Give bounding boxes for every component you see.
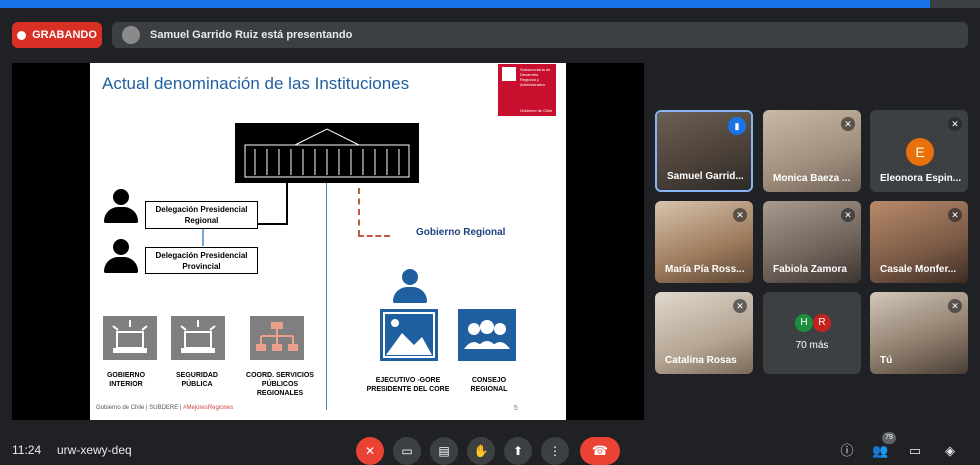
more-options-button[interactable]: ⋮ [541,437,569,465]
siren-icon [171,316,225,360]
mic-off-icon: ✕ [948,208,962,222]
activities-button[interactable]: ◈ [942,443,958,459]
participant-name: Samuel Garrid... [667,171,744,182]
participant-name: Monica Baeza ... [773,173,851,184]
star-icon [502,67,516,81]
present-button[interactable]: ⬆ [504,437,532,465]
participant-tile[interactable]: ✕ Catalina Rosas [655,292,753,374]
mic-off-icon: ✕ [841,117,855,131]
logo-subtext: Gobierno de Chile [520,108,553,113]
participant-name: Eleonora Espin... [880,173,962,184]
slide-title: Actual denominación de las Instituciones [102,74,410,93]
dashed-connector [358,188,360,236]
siren-icon [103,316,157,360]
label-seguridad-publica: SEGURIDAD PÚBLICA [175,372,218,388]
people-icon: 👥 [872,443,889,458]
person-icon [104,189,138,223]
participant-name: Casale Monfer... [880,264,957,275]
end-call-button[interactable]: ☎ [580,437,620,465]
slide-page-number: 5 [514,405,518,412]
captions-icon: ▤ [438,444,450,458]
mic-off-icon: ✕ [733,299,747,313]
participant-tile-self[interactable]: ✕ Tú [870,292,968,374]
presentation-slide: Actual denominación de las Instituciones… [90,63,566,420]
recording-label: GRABANDO [32,29,97,41]
participant-tile[interactable]: ✕ María Pía Ross... [655,201,753,283]
arrow-line-horizontal [258,223,288,225]
participant-name: María Pía Ross... [665,264,745,275]
logo-text: Subsecretaría de Desarrollo Regional y A… [520,67,551,87]
people-count-badge: 79 [882,432,896,444]
person-icon [104,239,138,273]
participant-initial: E [906,138,934,166]
participant-tile[interactable]: ✕ Fabiola Zamora [763,201,861,283]
participant-name: Fabiola Zamora [773,264,847,275]
present-icon: ⬆ [512,444,524,458]
chat-button[interactable]: ▭ [907,443,923,459]
participant-tile[interactable]: E ✕ Eleonora Espin... [870,110,968,192]
palace-image [235,123,419,183]
mic-off-icon: ✕ [948,117,962,131]
browser-top-strip [0,0,980,8]
box-delegacion-provincial: Delegación Presidencial Provincial [145,247,258,274]
mic-off-icon: ✕ [948,299,962,313]
more-participants-tile[interactable]: H R 70 más [763,292,861,374]
mic-off-icon: ✕ [733,208,747,222]
footer-text: Gobierno de Chile | SUBDERE | [96,405,182,411]
label-coord-servicios: COORD. SERVICIOS PÚBLICOS REGIONALES [246,372,314,397]
group-icon [458,309,516,361]
connector-line [202,229,204,246]
mic-off-icon: ✕ [841,208,855,222]
participant-tile[interactable]: ✕ Casale Monfer... [870,201,968,283]
speaking-indicator-icon: ▮ [728,117,746,135]
phone-hangup-icon: ☎ [591,443,609,458]
label-ejecutivo-gore: EJECUTIVO -GORE PRESIDENTE DEL CORE [366,377,450,393]
person-icon [393,269,427,303]
people-button[interactable]: 👥 [872,443,888,459]
more-vert-icon: ⋮ [549,444,561,458]
more-count-label: 70 más [795,340,829,351]
participant-tile[interactable]: ▮ Samuel Garrid... [655,110,753,192]
participant-name: Tú [880,355,893,366]
info-icon: ⓘ [840,443,854,458]
info-button[interactable]: ⓘ [839,443,855,459]
gobierno-regional-label: Gobierno Regional [416,227,506,238]
presenting-text: Samuel Garrido Ruiz está presentando [150,29,353,41]
hand-icon: ✋ [473,444,489,458]
presenter-avatar [122,26,140,44]
dashed-connector-horizontal [358,235,390,237]
label-gobierno-interior: GOBIERNO INTERIOR [106,372,146,388]
presenting-banner: Samuel Garrido Ruiz está presentando [112,22,968,48]
mic-toggle-button[interactable]: ✕ [356,437,384,465]
box-delegacion-regional: Delegación Presidencial Regional [145,201,258,229]
label-consejo-regional: CONSEJO REGIONAL [470,377,508,393]
meeting-code: urw-xewy-deq [57,443,132,457]
chat-icon: ▭ [908,443,922,458]
participant-initial: R [813,314,831,332]
clock: 11:24 [12,443,42,457]
recording-indicator: GRABANDO [12,22,102,48]
arrow-line [286,183,288,224]
landscape-icon [380,309,438,361]
camera-toggle-button[interactable]: ▭ [393,437,421,465]
record-dot-icon [17,30,27,40]
captions-button[interactable]: ▤ [430,437,458,465]
slide-footer: Gobierno de Chile | SUBDERE | #MejoresRe… [96,405,233,411]
government-logo: Subsecretaría de Desarrollo Regional y A… [498,64,556,116]
participant-name: Catalina Rosas [665,355,737,366]
presentation-stage: Actual denominación de las Instituciones… [12,63,644,420]
camera-icon: ▭ [401,444,413,458]
mic-off-icon: ✕ [364,444,376,458]
participant-tile[interactable]: ✕ Monica Baeza ... [763,110,861,192]
raise-hand-button[interactable]: ✋ [467,437,495,465]
activities-icon: ◈ [945,443,955,458]
footer-hashtag: #MejoresRegiones [183,405,234,411]
org-chart-icon [250,316,304,360]
participant-initial: H [795,314,813,332]
divider-line [326,183,327,410]
